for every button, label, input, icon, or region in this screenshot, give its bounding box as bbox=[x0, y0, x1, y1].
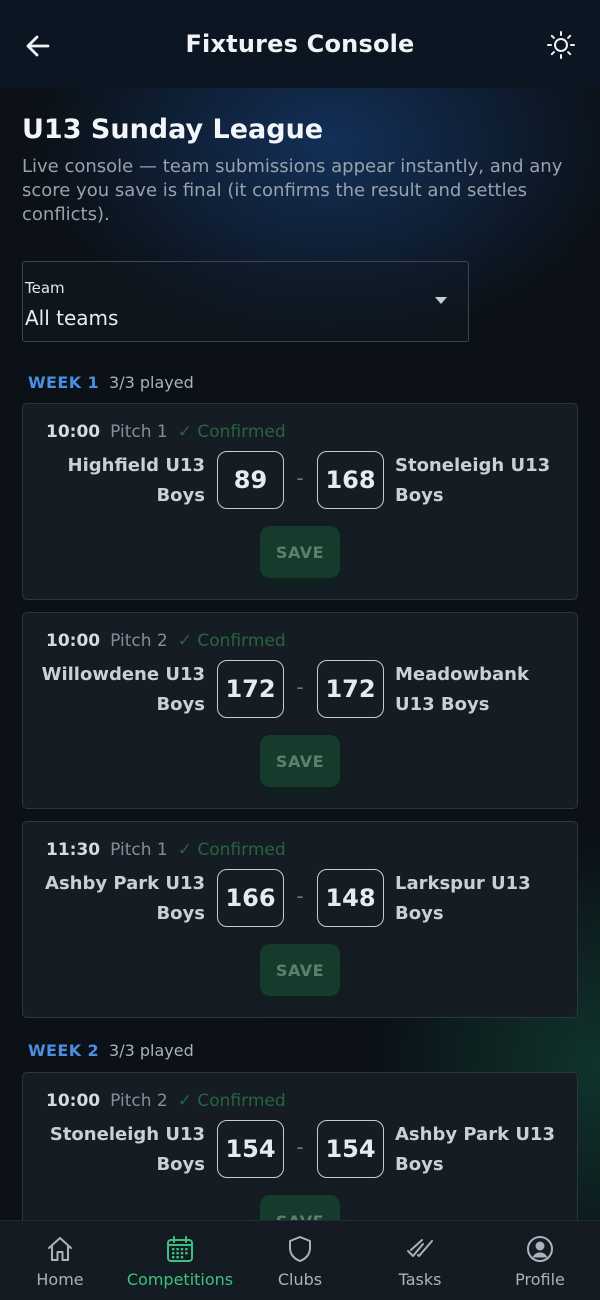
week-header: WEEK 2 3/3 played bbox=[28, 1041, 194, 1060]
away-score-input[interactable]: 148 bbox=[317, 869, 384, 927]
league-title: U13 Sunday League bbox=[22, 114, 324, 145]
fixture-card: 10:00 Pitch 1 ✓ Confirmed Highfield U13 … bbox=[22, 403, 578, 600]
nav-item-label: Profile bbox=[515, 1270, 565, 1289]
fixture-pitch: Pitch 1 bbox=[110, 422, 168, 442]
fixture-pitch: Pitch 1 bbox=[110, 840, 168, 860]
team-select-label: Team bbox=[25, 279, 65, 297]
nav-item-label: Clubs bbox=[277, 1270, 323, 1289]
fixture-time: 10:00 bbox=[46, 1091, 101, 1111]
home-icon bbox=[45, 1234, 75, 1264]
score-separator: - bbox=[296, 884, 304, 908]
fixture-meta: 10:00 Pitch 1 ✓ Confirmed bbox=[46, 422, 286, 442]
away-team-name: Meadowbank U13 Boys bbox=[395, 664, 529, 715]
week-header: WEEK 1 3/3 played bbox=[28, 373, 194, 392]
fixture-time: 10:00 bbox=[46, 631, 101, 651]
chevron-down-icon bbox=[435, 297, 447, 304]
league-header: U13 Sunday League Live console — team su… bbox=[22, 114, 578, 227]
score-separator: - bbox=[296, 675, 304, 699]
away-score-input[interactable]: 154 bbox=[317, 1120, 384, 1178]
nav-item-clubs[interactable]: Clubs bbox=[240, 1221, 360, 1300]
away-score-input[interactable]: 168 bbox=[317, 451, 384, 509]
home-score-input[interactable]: 154 bbox=[217, 1120, 284, 1178]
home-score-input[interactable]: 172 bbox=[217, 660, 284, 718]
page-title: Fixtures Console bbox=[185, 30, 415, 58]
away-team-name: Stoneleigh U13 Boys bbox=[395, 455, 551, 506]
fixture-card: 10:00 Pitch 2 ✓ Confirmed Willowdene U13… bbox=[22, 612, 578, 809]
bottom-navigation: Home Competitions Clubs Tasks Profile bbox=[0, 1220, 600, 1300]
home-team-name: Willowdene U13 Boys bbox=[41, 664, 205, 715]
home-team-name: Stoneleigh U13 Boys bbox=[49, 1124, 205, 1175]
nav-item-profile[interactable]: Profile bbox=[480, 1221, 600, 1300]
nav-item-tasks[interactable]: Tasks bbox=[360, 1221, 480, 1300]
team-select[interactable]: Team All teams bbox=[22, 261, 469, 342]
fixture-time: 11:30 bbox=[46, 840, 101, 860]
nav-item-label: Home bbox=[36, 1270, 84, 1289]
back-button[interactable] bbox=[22, 30, 54, 62]
home-score-input[interactable]: 166 bbox=[217, 869, 284, 927]
save-button[interactable]: SAVE bbox=[260, 735, 340, 787]
theme-toggle-button[interactable] bbox=[544, 28, 578, 62]
week-label: WEEK 2 bbox=[28, 1041, 100, 1060]
away-score-input[interactable]: 172 bbox=[317, 660, 384, 718]
team-select-value: All teams bbox=[25, 306, 119, 330]
home-team-name: Highfield U13 Boys bbox=[67, 455, 205, 506]
score-separator: - bbox=[296, 1135, 304, 1159]
save-button[interactable]: SAVE bbox=[260, 944, 340, 996]
fixture-pitch: Pitch 2 bbox=[110, 631, 168, 651]
away-team-name: Larkspur U13 Boys bbox=[395, 873, 531, 924]
app-bar: Fixtures Console bbox=[0, 0, 600, 88]
league-description: Live console — team submissions appear i… bbox=[22, 156, 563, 225]
fixture-status: ✓ Confirmed bbox=[177, 422, 286, 442]
user-circle-icon bbox=[525, 1234, 555, 1264]
fixture-meta: 10:00 Pitch 2 ✓ Confirmed bbox=[46, 631, 286, 651]
fixture-pitch: Pitch 2 bbox=[110, 1091, 168, 1111]
save-button[interactable]: SAVE bbox=[260, 526, 340, 578]
nav-item-label: Tasks bbox=[398, 1270, 442, 1289]
home-score-input[interactable]: 89 bbox=[217, 451, 284, 509]
home-team-name: Ashby Park U13 Boys bbox=[45, 873, 205, 924]
week-played-count: 3/3 played bbox=[109, 1041, 194, 1060]
score-separator: - bbox=[296, 466, 304, 490]
double-check-icon bbox=[405, 1234, 435, 1264]
nav-item-label: Competitions bbox=[126, 1270, 234, 1289]
fixture-card: 11:30 Pitch 1 ✓ Confirmed Ashby Park U13… bbox=[22, 821, 578, 1018]
fixture-meta: 11:30 Pitch 1 ✓ Confirmed bbox=[46, 840, 286, 860]
fixture-meta: 10:00 Pitch 2 ✓ Confirmed bbox=[46, 1091, 286, 1111]
shield-icon bbox=[285, 1234, 315, 1264]
nav-item-competitions[interactable]: Competitions bbox=[120, 1221, 240, 1300]
calendar-icon bbox=[165, 1234, 195, 1264]
fixture-status: ✓ Confirmed bbox=[177, 631, 286, 651]
week-played-count: 3/3 played bbox=[109, 373, 194, 392]
week-label: WEEK 1 bbox=[28, 373, 100, 392]
fixture-status: ✓ Confirmed bbox=[177, 1091, 286, 1111]
sun-icon bbox=[547, 31, 575, 59]
nav-item-home[interactable]: Home bbox=[0, 1221, 120, 1300]
arrow-left-icon bbox=[26, 35, 50, 57]
fixture-status: ✓ Confirmed bbox=[177, 840, 286, 860]
fixture-time: 10:00 bbox=[46, 422, 101, 442]
away-team-name: Ashby Park U13 Boys bbox=[395, 1124, 555, 1175]
